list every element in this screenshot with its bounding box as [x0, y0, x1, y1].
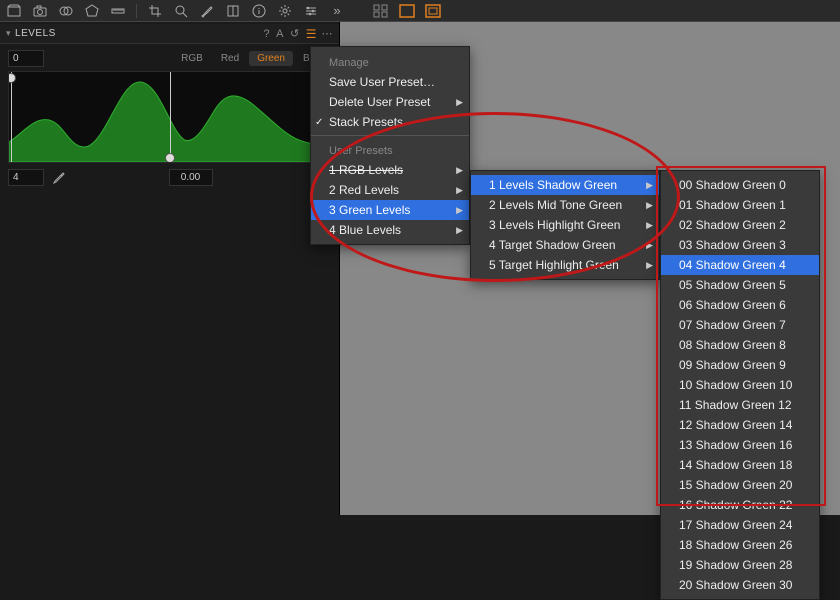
single-view-icon[interactable]: [399, 4, 415, 18]
preset-sub-3[interactable]: 4 Target Shadow Green▶: [471, 235, 659, 255]
preset-value-11[interactable]: 11 Shadow Green 12: [661, 395, 819, 415]
gamma-field[interactable]: 0.00: [169, 169, 213, 186]
preset-value-9[interactable]: 09 Shadow Green 9: [661, 355, 819, 375]
library-icon[interactable]: [6, 3, 22, 19]
brush-icon[interactable]: [199, 3, 215, 19]
preset-values-menu: 00 Shadow Green 001 Shadow Green 102 Sha…: [660, 170, 820, 600]
ruler-icon[interactable]: [110, 3, 126, 19]
top-toolbar: »: [0, 0, 840, 22]
menu-header-user: User Presets: [311, 139, 469, 160]
more-dots-icon[interactable]: ⋯: [322, 27, 334, 40]
preset-group-1[interactable]: 2 Red Levels▶: [311, 180, 469, 200]
preset-group-0[interactable]: 1 RGB Levels▶: [311, 160, 469, 180]
preset-value-18[interactable]: 18 Shadow Green 26: [661, 535, 819, 555]
black-point-handle[interactable]: [8, 73, 16, 83]
preset-sub-1[interactable]: 2 Levels Mid Tone Green▶: [471, 195, 659, 215]
preset-value-17[interactable]: 17 Shadow Green 24: [661, 515, 819, 535]
info-icon[interactable]: [251, 3, 267, 19]
output-black-field[interactable]: 0: [8, 50, 44, 67]
menu-header-manage: Manage: [311, 51, 469, 72]
preset-value-5[interactable]: 05 Shadow Green 5: [661, 275, 819, 295]
more-icon[interactable]: »: [329, 3, 345, 19]
crop-icon[interactable]: [147, 3, 163, 19]
preset-value-16[interactable]: 16 Shadow Green 22: [661, 495, 819, 515]
input-black-field[interactable]: 4: [8, 169, 44, 186]
preset-value-12[interactable]: 12 Shadow Green 14: [661, 415, 819, 435]
hamburger-menu-icon[interactable]: ☰: [306, 27, 316, 41]
preset-value-3[interactable]: 03 Shadow Green 3: [661, 235, 819, 255]
menu-stack-presets[interactable]: ✓Stack Presets: [311, 112, 469, 132]
nested-view-icon[interactable]: [425, 4, 441, 18]
preset-value-6[interactable]: 06 Shadow Green 6: [661, 295, 819, 315]
tab-green[interactable]: Green: [249, 51, 293, 66]
book-icon[interactable]: [225, 3, 241, 19]
levels-panel-header[interactable]: ▾ LEVELS ? A ↺ ☰ ⋯: [0, 24, 339, 44]
tools-panel: ▾ LEVELS ? A ↺ ☰ ⋯ 0 RGB Red Green Blue: [0, 22, 340, 515]
auto-icon[interactable]: A: [276, 28, 284, 40]
preset-sub-0[interactable]: 1 Levels Shadow Green▶: [471, 175, 659, 195]
sliders-icon[interactable]: [303, 3, 319, 19]
preset-value-2[interactable]: 02 Shadow Green 2: [661, 215, 819, 235]
tab-red[interactable]: Red: [213, 51, 247, 66]
chevron-down-icon: ▾: [6, 28, 11, 39]
preset-group-2[interactable]: 3 Green Levels▶: [311, 200, 469, 220]
preset-value-19[interactable]: 19 Shadow Green 28: [661, 555, 819, 575]
black-eyedropper-icon[interactable]: [50, 170, 66, 186]
preset-value-13[interactable]: 13 Shadow Green 16: [661, 435, 819, 455]
preset-submenu: 1 Levels Shadow Green▶2 Levels Mid Tone …: [470, 170, 660, 280]
grid-view-icon[interactable]: [373, 4, 389, 18]
magnify-icon[interactable]: [173, 3, 189, 19]
preset-value-4[interactable]: 04 Shadow Green 4: [661, 255, 819, 275]
channel-tabs: RGB Red Green Blue: [173, 51, 331, 66]
preset-value-15[interactable]: 15 Shadow Green 20: [661, 475, 819, 495]
gear-icon[interactable]: [277, 3, 293, 19]
menu-save-preset[interactable]: Save User Preset…: [311, 72, 469, 92]
preset-value-8[interactable]: 08 Shadow Green 8: [661, 335, 819, 355]
menu-delete-preset[interactable]: Delete User Preset▶: [311, 92, 469, 112]
preset-value-20[interactable]: 20 Shadow Green 30: [661, 575, 819, 595]
preset-value-10[interactable]: 10 Shadow Green 10: [661, 375, 819, 395]
panel-title: LEVELS: [15, 28, 264, 39]
help-icon[interactable]: ?: [264, 28, 271, 40]
preset-value-1[interactable]: 01 Shadow Green 1: [661, 195, 819, 215]
preset-sub-2[interactable]: 3 Levels Highlight Green▶: [471, 215, 659, 235]
preset-menu: Manage Save User Preset… Delete User Pre…: [310, 46, 470, 245]
overlap-icon[interactable]: [58, 3, 74, 19]
mid-point-handle[interactable]: [165, 153, 175, 163]
reset-icon[interactable]: ↺: [290, 27, 300, 40]
pentagon-icon[interactable]: [84, 3, 100, 19]
preset-group-3[interactable]: 4 Blue Levels▶: [311, 220, 469, 240]
camera-icon[interactable]: [32, 3, 48, 19]
preset-value-14[interactable]: 14 Shadow Green 18: [661, 455, 819, 475]
preset-sub-4[interactable]: 5 Target Highlight Green▶: [471, 255, 659, 275]
preset-value-7[interactable]: 07 Shadow Green 7: [661, 315, 819, 335]
tab-rgb[interactable]: RGB: [173, 51, 211, 66]
preset-value-0[interactable]: 00 Shadow Green 0: [661, 175, 819, 195]
histogram[interactable]: [8, 71, 331, 163]
